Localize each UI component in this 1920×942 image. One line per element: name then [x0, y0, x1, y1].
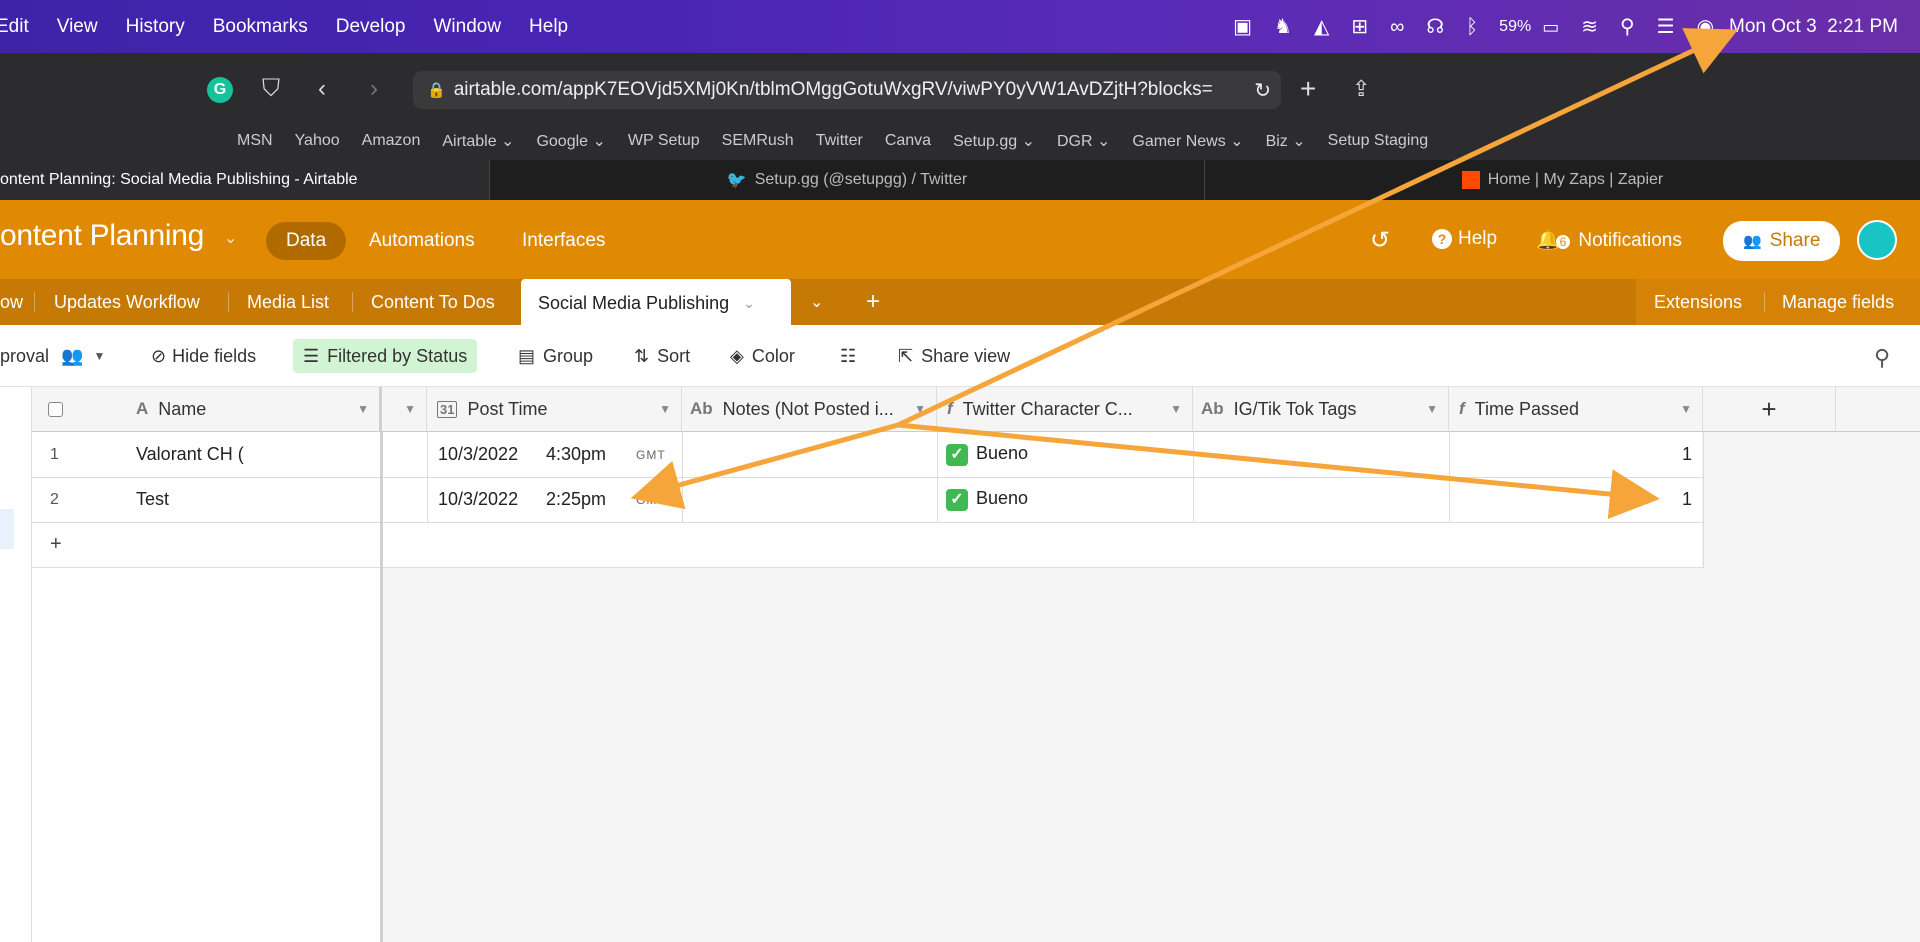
arrow-to-post-time: [630, 422, 899, 510]
arrow-to-clock: [896, 28, 1739, 428]
arrow-to-time-passed: [897, 422, 1660, 519]
annotation-arrows: [630, 28, 1739, 519]
